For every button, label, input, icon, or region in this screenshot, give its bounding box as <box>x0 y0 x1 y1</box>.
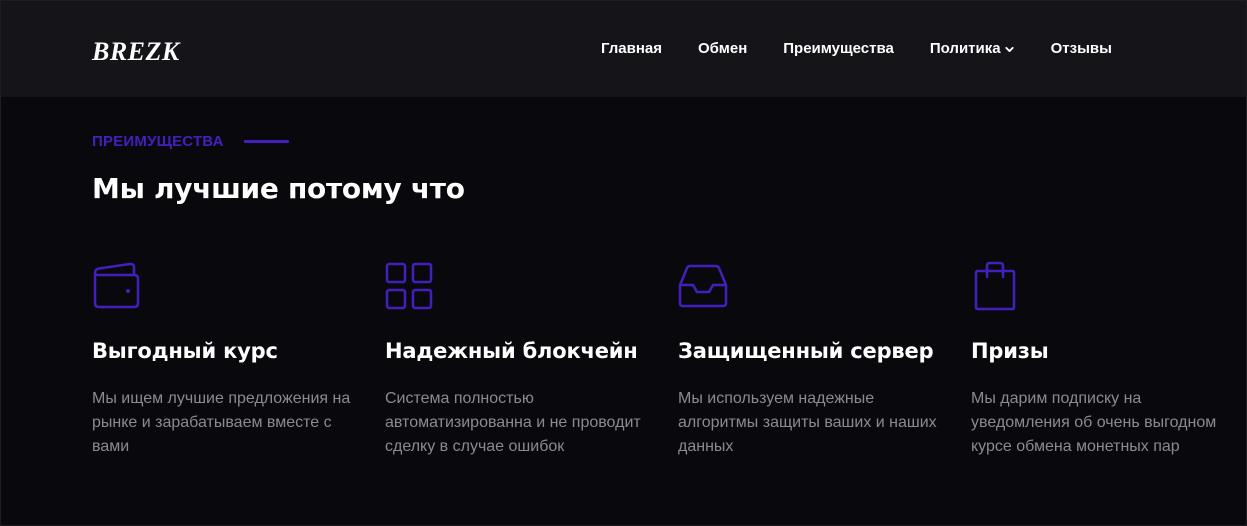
nav-item-label: Обмен <box>698 40 748 57</box>
nav-item-label: Политика <box>929 40 1001 57</box>
section-heading: Мы лучшие потому что <box>92 172 465 205</box>
feature-card: Надежный блокчейн Система полностью авто… <box>385 261 678 459</box>
nav-item-home[interactable]: Главная <box>601 40 662 57</box>
shopping-bag-icon <box>974 261 1016 311</box>
nav-item-label: Главная <box>601 40 663 57</box>
feature-card: Призы Мы дарим подписку на уведомления о… <box>971 261 1247 459</box>
eyebrow-label: ПРЕИМУЩЕСТВА <box>92 133 224 150</box>
chevron-down-icon <box>1004 46 1014 52</box>
site-header: BREZK Главная Обмен Преимущества Политик… <box>1 1 1246 97</box>
logo[interactable]: BREZK <box>92 37 180 67</box>
inbox-icon <box>678 264 728 308</box>
main-nav: Главная Обмен Преимущества Политика Отзы… <box>601 40 1112 57</box>
feature-card: Защищенный сервер Мы используем надежные… <box>678 261 971 459</box>
feature-description: Система полностью автоматизированна и не… <box>385 390 641 455</box>
nav-item-label: Преимущества <box>783 40 894 57</box>
nav-item-advantages[interactable]: Преимущества <box>783 40 894 57</box>
feature-card: Выгодный курс Мы ищем лучшие предложения… <box>92 261 385 459</box>
feature-title: Надежный блокчейн <box>385 339 638 363</box>
nav-item-label: Отзывы <box>1050 40 1112 57</box>
nav-item-policy-dropdown[interactable]: Политика <box>930 40 1015 57</box>
section-eyebrow: ПРЕИМУЩЕСТВА <box>92 133 289 150</box>
eyebrow-divider <box>243 140 289 143</box>
feature-description: Мы дарим подписку на уведомления об очен… <box>971 390 1217 455</box>
feature-description: Мы ищем лучшие предложения на рынке и за… <box>92 390 351 455</box>
feature-title: Призы <box>971 339 1049 363</box>
wallet-icon <box>93 262 140 309</box>
feature-title: Выгодный курс <box>92 339 278 363</box>
features-list: Выгодный курс Мы ищем лучшие предложения… <box>92 261 1247 459</box>
nav-item-exchange[interactable]: Обмен <box>698 40 747 57</box>
feature-description: Мы используем надежные алгоритмы защиты … <box>678 390 937 455</box>
nav-item-reviews[interactable]: Отзывы <box>1051 40 1112 57</box>
grid-icon <box>385 262 433 310</box>
feature-title: Защищенный сервер <box>678 339 934 363</box>
